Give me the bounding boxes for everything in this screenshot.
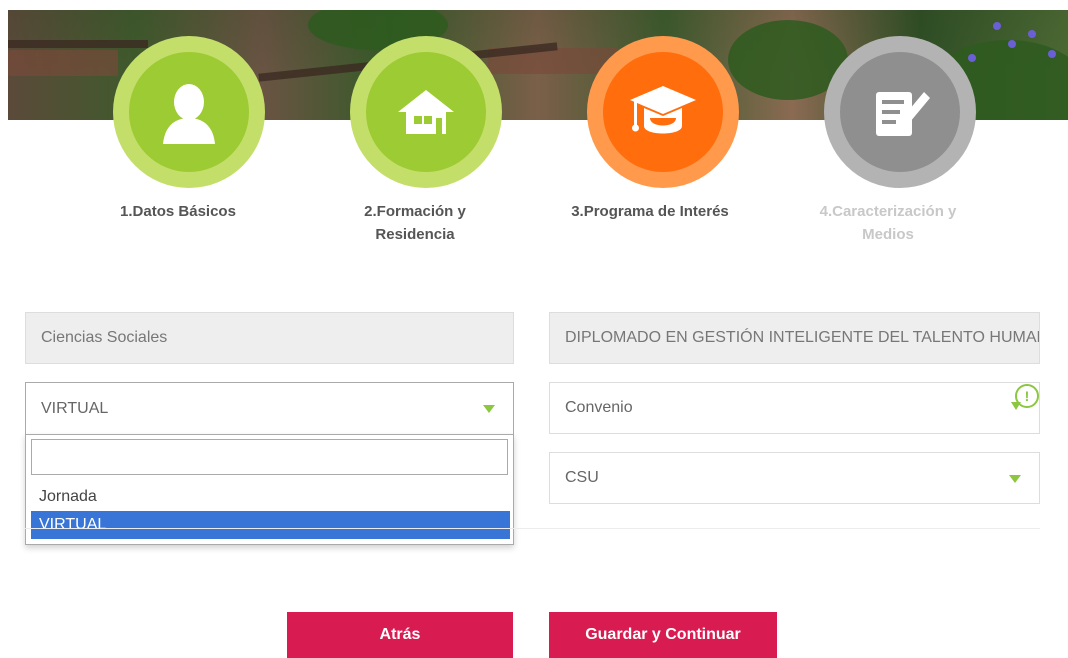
step-3-label: 3.Programa de Interés	[571, 203, 729, 220]
warning-pointer-icon	[1011, 402, 1021, 410]
campus-selected-value: CSU	[565, 469, 599, 486]
step-1-datos-basicos[interactable]	[113, 36, 265, 188]
back-button[interactable]: Atrás	[287, 612, 513, 658]
modality-option-virtual[interactable]: VIRTUAL	[31, 511, 510, 539]
form-divider	[25, 528, 1040, 529]
campus-select[interactable]: CSU	[549, 452, 1040, 504]
modality-selected-value: VIRTUAL	[41, 399, 109, 417]
step-2-label: 2.Formación y Residencia	[325, 200, 505, 246]
modality-option-jornada[interactable]: Jornada	[31, 483, 510, 511]
step-3-programa-interes[interactable]	[587, 36, 739, 188]
modality-search-input[interactable]	[31, 439, 508, 475]
step-4-label-line2: Medios	[862, 226, 914, 243]
house-icon	[398, 90, 454, 134]
step-4-label: 4.Caracterización y Medios	[798, 200, 978, 246]
area-field: Ciencias Sociales	[25, 312, 514, 364]
program-field: DIPLOMADO EN GESTIÓN INTELIGENTE DEL TAL…	[549, 312, 1040, 364]
step-4-label-line1: 4.Caracterización y	[819, 203, 957, 220]
save-continue-button[interactable]: Guardar y Continuar	[549, 612, 777, 658]
chevron-down-icon	[483, 405, 495, 413]
agreement-selected-value: Convenio	[565, 399, 633, 416]
step-2-label-line1: 2.Formación y	[364, 203, 466, 220]
step-2-label-line2: Residencia	[375, 226, 455, 243]
step-2-formacion-residencia[interactable]	[350, 36, 502, 188]
person-icon	[163, 84, 215, 144]
chevron-down-icon	[1009, 475, 1021, 483]
agreement-select[interactable]: Convenio	[549, 382, 1040, 434]
modality-select[interactable]: VIRTUAL	[25, 382, 514, 434]
step-4-caracterizacion-medios[interactable]	[824, 36, 976, 188]
form-edit-icon	[876, 92, 930, 136]
step-1-label: 1.Datos Básicos	[120, 203, 236, 220]
graduation-cap-icon	[630, 86, 696, 134]
